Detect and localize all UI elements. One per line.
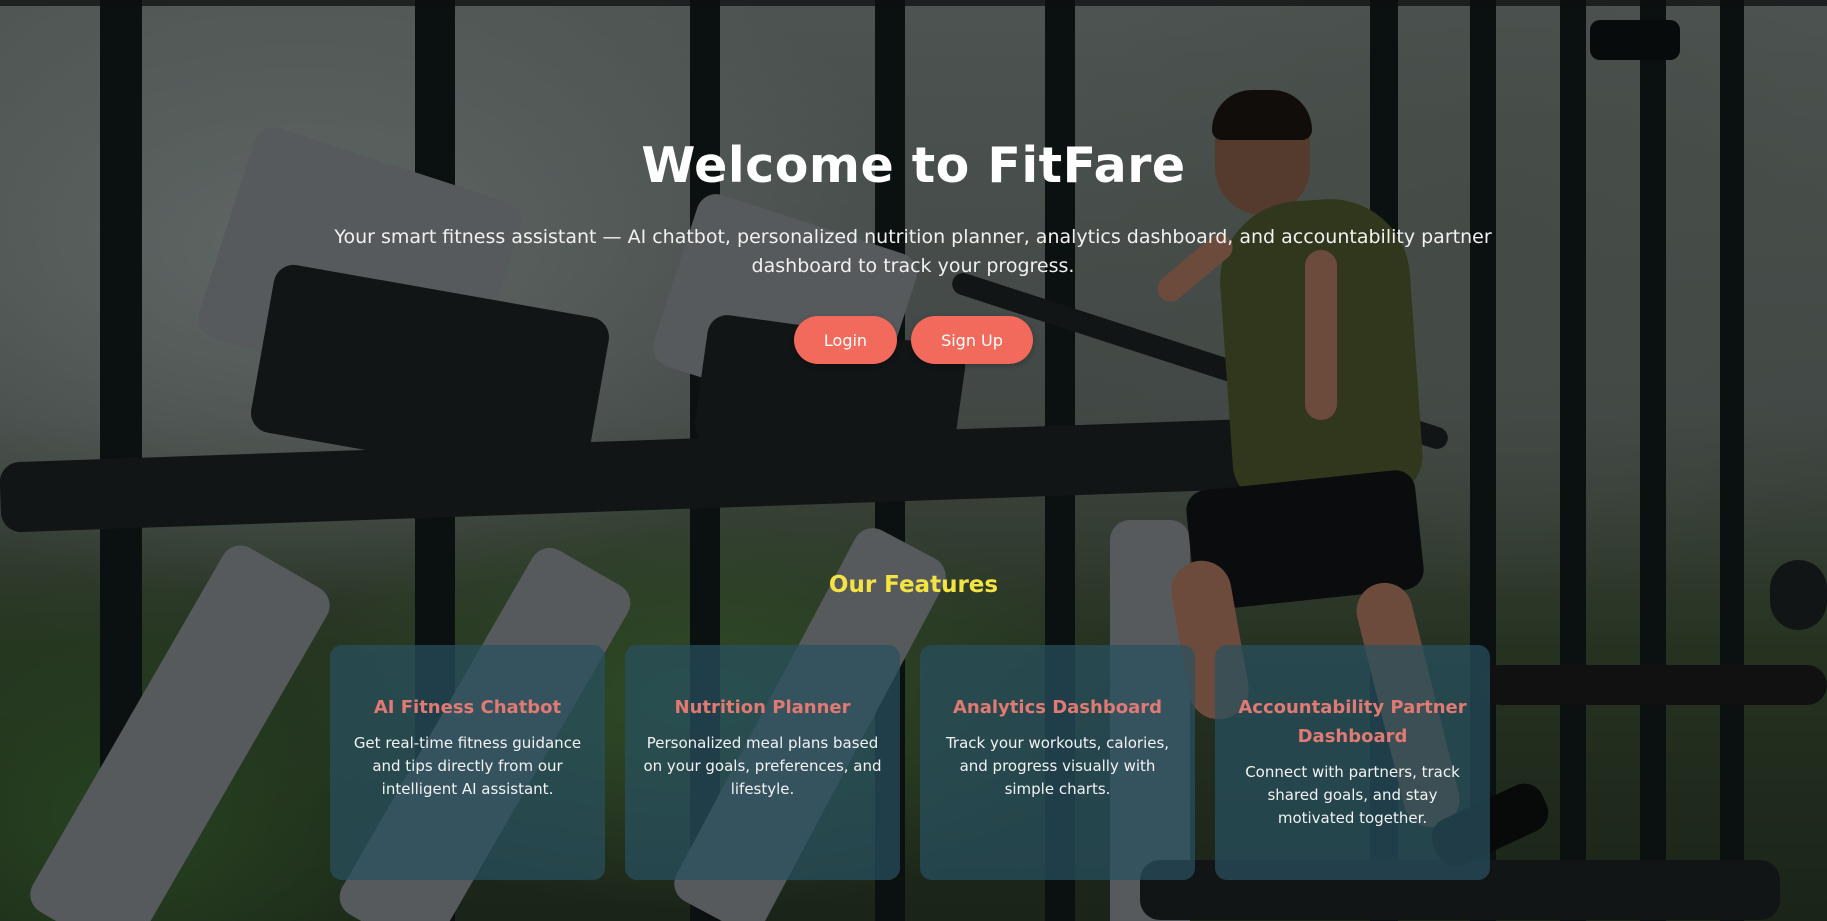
feature-card-title: AI Fitness Chatbot bbox=[373, 697, 562, 718]
feature-card-analytics-dashboard: Analytics Dashboard Track your workouts,… bbox=[920, 645, 1195, 880]
feature-card-accountability-partner: Accountability Partner Dashboard Connect… bbox=[1215, 645, 1490, 880]
login-button[interactable]: Login bbox=[794, 316, 897, 364]
page-title: Welcome to FitFare bbox=[641, 137, 1186, 194]
feature-card-description: Personalized meal plans based on your go… bbox=[643, 734, 882, 798]
feature-card-description: Connect with partners, track shared goal… bbox=[1245, 763, 1460, 827]
feature-card-ai-chatbot: AI Fitness Chatbot Get real-time fitness… bbox=[330, 645, 605, 880]
feature-card-title: Accountability Partner Dashboard bbox=[1238, 697, 1467, 747]
feature-card-title: Nutrition Planner bbox=[674, 697, 851, 718]
feature-card-description: Get real-time fitness guidance and tips … bbox=[353, 734, 582, 798]
feature-card-nutrition-planner: Nutrition Planner Personalized meal plan… bbox=[625, 645, 900, 880]
sign-up-button[interactable]: Sign Up bbox=[911, 316, 1033, 364]
features-card-list: AI Fitness Chatbot Get real-time fitness… bbox=[330, 645, 1490, 880]
hero-actions: Login Sign Up bbox=[0, 316, 1827, 364]
hero-subtitle: Your smart fitness assistant — AI chatbo… bbox=[334, 226, 1492, 277]
features-heading: Our Features bbox=[828, 572, 999, 598]
feature-card-title: Analytics Dashboard bbox=[953, 697, 1162, 718]
feature-card-description: Track your workouts, calories, and progr… bbox=[945, 734, 1170, 798]
